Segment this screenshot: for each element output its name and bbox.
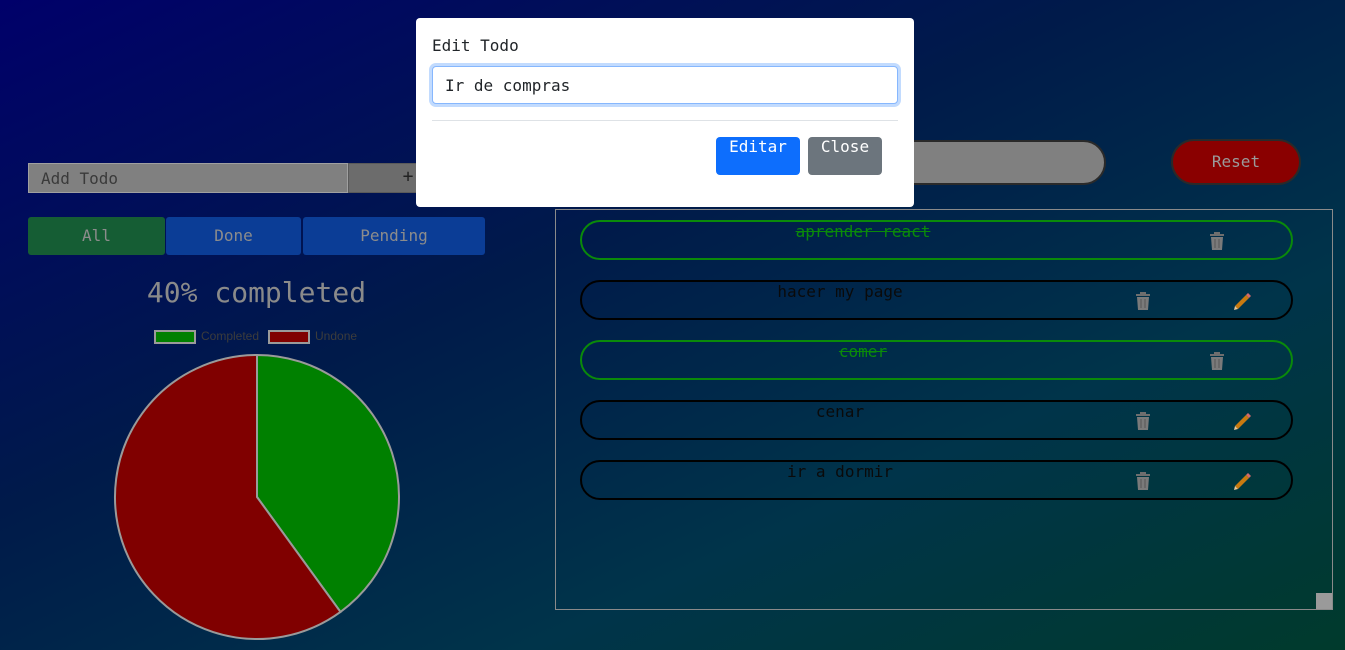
- todo-text: cenar: [815, 402, 865, 421]
- legend-item-completed: Completed: [154, 328, 259, 344]
- trash-icon[interactable]: [1134, 411, 1152, 431]
- pencil-icon[interactable]: [1232, 291, 1252, 311]
- editar-button[interactable]: Editar: [716, 137, 800, 175]
- todo-item-hacer-my-page: hacer my page: [580, 280, 1293, 320]
- chart-legend: Completed Undone: [0, 328, 512, 346]
- todo-item-cenar: cenar: [580, 400, 1293, 440]
- pencil-icon[interactable]: [1232, 471, 1252, 491]
- trash-icon[interactable]: [1208, 231, 1226, 251]
- todo-list-panel: aprender react hacer my page comer cenar: [555, 209, 1333, 610]
- filter-done-button[interactable]: Done: [166, 217, 301, 255]
- filter-pending-button[interactable]: Pending: [303, 217, 485, 255]
- close-button[interactable]: Close: [808, 137, 882, 175]
- trash-icon[interactable]: [1134, 471, 1152, 491]
- add-todo-input[interactable]: [28, 163, 348, 193]
- modal-divider: [432, 120, 898, 121]
- legend-label-completed: Completed: [201, 329, 260, 343]
- todo-text: aprender react: [795, 222, 931, 241]
- legend-item-undone: Undone: [268, 328, 357, 344]
- edit-todo-input[interactable]: [432, 66, 898, 104]
- todo-text: ir a dormir: [787, 462, 893, 481]
- legend-label-undone: Undone: [315, 329, 358, 343]
- edit-todo-modal: Edit Todo Editar Close: [416, 18, 914, 207]
- trash-icon[interactable]: [1134, 291, 1152, 311]
- resize-handle[interactable]: [1316, 593, 1332, 609]
- todo-text: hacer my page: [777, 282, 903, 301]
- legend-swatch-completed: [154, 329, 196, 344]
- pencil-icon[interactable]: [1232, 411, 1252, 431]
- reset-button[interactable]: Reset: [1171, 139, 1301, 185]
- todo-item-aprender-react: aprender react: [580, 220, 1293, 260]
- todo-text: comer: [838, 342, 888, 361]
- todo-item-ir-a-dormir: ir a dormir: [580, 460, 1293, 500]
- trash-icon[interactable]: [1208, 351, 1226, 371]
- completion-pie-chart: [114, 353, 400, 640]
- legend-swatch-undone: [268, 329, 310, 344]
- filter-all-button[interactable]: All: [28, 217, 165, 255]
- progress-text: 40% completed: [146, 276, 367, 309]
- modal-title: Edit Todo: [432, 36, 519, 55]
- todo-item-comer: comer: [580, 340, 1293, 380]
